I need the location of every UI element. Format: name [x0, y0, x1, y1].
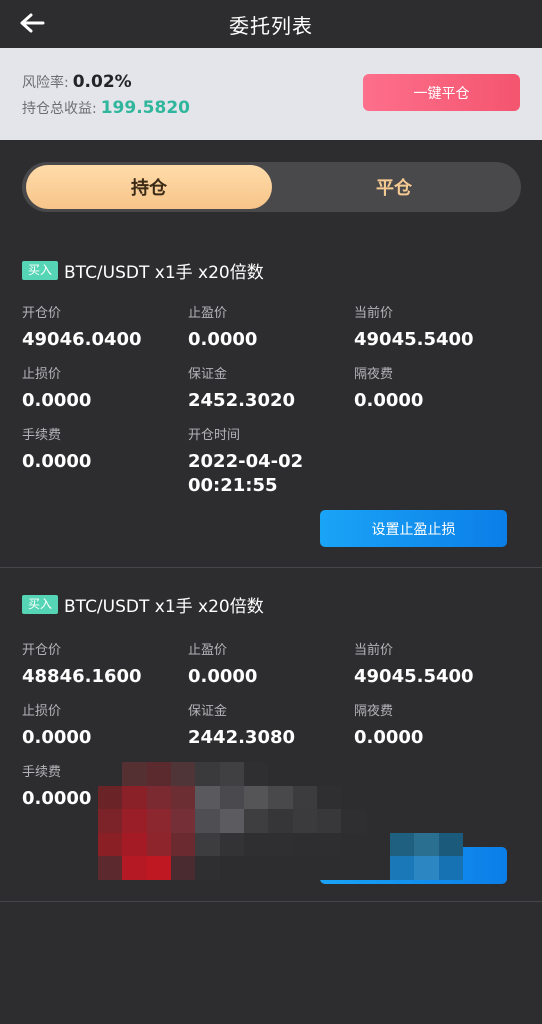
field-value: 0.0000	[354, 390, 424, 411]
field-label: 保证金	[188, 704, 228, 719]
field-label: 手续费	[22, 765, 62, 780]
field-open-price: 开仓价 49046.0400	[22, 302, 142, 351]
tab-closed[interactable]: 平仓	[271, 165, 517, 209]
risk-rate-label: 风险率:	[22, 75, 69, 91]
field-value: 0.0000	[354, 727, 424, 748]
field-fee: 手续费 0.0000	[22, 761, 91, 810]
risk-summary-panel: 风险率: 0.02% 持仓总收益: 199.5820 一键平仓	[0, 48, 542, 140]
field-take-profit: 止盈价 0.0000	[188, 639, 257, 688]
redaction-mosaic	[98, 762, 463, 880]
field-value: 2452.3020	[188, 390, 296, 411]
field-label: 开仓价	[22, 306, 62, 321]
header-bar: 委托列表	[0, 0, 542, 46]
field-value: 0.0000	[22, 727, 92, 748]
field-label: 手续费	[22, 428, 62, 443]
field-label: 当前价	[354, 306, 394, 321]
field-label: 止损价	[22, 367, 62, 382]
close-all-button[interactable]: 一键平仓	[363, 74, 520, 111]
position-header: 买入 BTC/USDT x1手 x20倍数	[22, 592, 264, 617]
total-profit-label: 持仓总收益:	[22, 101, 97, 117]
field-value: 49046.0400	[22, 329, 142, 350]
field-label: 开仓时间	[188, 428, 241, 443]
field-label: 止损价	[22, 704, 62, 719]
field-open-time: 开仓时间 2022-04-02 00:21:55	[188, 424, 303, 497]
field-take-profit: 止盈价 0.0000	[188, 302, 257, 351]
position-pair: BTC/USDT x1手 x20倍数	[64, 597, 264, 617]
set-tp-sl-button[interactable]: 设置止盈止损	[320, 510, 507, 547]
field-value: 0.0000	[22, 390, 92, 411]
field-value: 49045.5400	[354, 329, 474, 350]
field-value: 48846.1600	[22, 666, 142, 687]
field-stop-loss: 止损价 0.0000	[22, 363, 91, 412]
field-value: 49045.5400	[354, 666, 474, 687]
field-overnight-fee: 隔夜费 0.0000	[354, 363, 423, 412]
field-current-price: 当前价 49045.5400	[354, 639, 474, 688]
field-open-price: 开仓价 48846.1600	[22, 639, 142, 688]
field-label: 当前价	[354, 643, 394, 658]
risk-rate-value: 0.02%	[72, 72, 132, 92]
total-profit: 持仓总收益: 199.5820	[22, 98, 190, 118]
field-value: 0.0000	[188, 329, 258, 350]
field-value-date: 2022-04-02	[188, 451, 304, 472]
risk-rate: 风险率: 0.02%	[22, 72, 132, 92]
page-title: 委托列表	[229, 14, 313, 38]
field-label: 保证金	[188, 367, 228, 382]
field-fee: 手续费 0.0000	[22, 424, 91, 473]
field-value: 0.0000	[22, 451, 92, 472]
position-pair: BTC/USDT x1手 x20倍数	[64, 263, 264, 283]
field-value: 2442.3080	[188, 727, 296, 748]
field-margin: 保证金 2452.3020	[188, 363, 295, 412]
field-current-price: 当前价 49045.5400	[354, 302, 474, 351]
buy-badge: 买入	[22, 595, 59, 614]
tab-holding[interactable]: 持仓	[26, 165, 272, 209]
field-label: 开仓价	[22, 643, 62, 658]
position-header: 买入 BTC/USDT x1手 x20倍数	[22, 258, 264, 283]
field-value: 0.0000	[22, 788, 92, 809]
total-profit-value: 199.5820	[100, 98, 190, 118]
field-value-time: 00:21:55	[188, 475, 278, 496]
field-overnight-fee: 隔夜费 0.0000	[354, 700, 423, 749]
buy-badge: 买入	[22, 261, 59, 280]
field-label: 止盈价	[188, 643, 228, 658]
field-label: 止盈价	[188, 306, 228, 321]
field-margin: 保证金 2442.3080	[188, 700, 295, 749]
position-card: 买入 BTC/USDT x1手 x20倍数 开仓价 49046.0400 止盈价…	[0, 236, 542, 568]
field-stop-loss: 止损价 0.0000	[22, 700, 91, 749]
position-tabs: 持仓 平仓	[22, 162, 521, 212]
field-label: 隔夜费	[354, 704, 394, 719]
field-label: 隔夜费	[354, 367, 394, 382]
field-value: 0.0000	[188, 666, 258, 687]
